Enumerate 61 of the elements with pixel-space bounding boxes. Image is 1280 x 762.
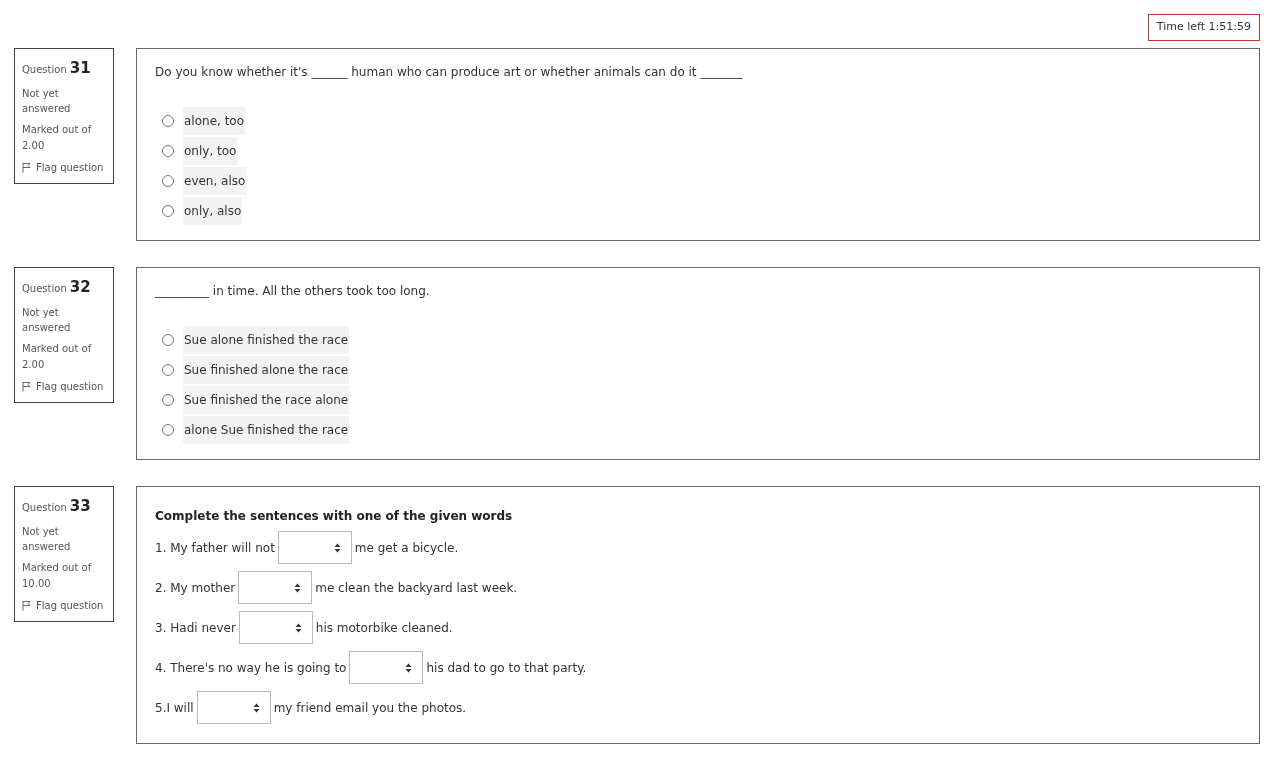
question-label: Question	[22, 282, 67, 296]
sentence-text: 3. Hadi never	[155, 619, 236, 637]
sentence-text: his dad to go to that party.	[426, 659, 587, 677]
answer-option[interactable]: alone, too	[183, 107, 246, 135]
answer-status: Not yet answered	[22, 86, 72, 116]
radio-button[interactable]	[162, 364, 174, 376]
word-dropdown[interactable]	[196, 691, 271, 724]
answer-option[interactable]: alone Sue finished the race	[183, 416, 350, 444]
marked-out-of-label: Marked out of	[22, 122, 93, 137]
radio-button[interactable]	[162, 394, 174, 406]
flag-question-link[interactable]: Flag question	[22, 378, 106, 394]
radio-button[interactable]	[162, 175, 174, 187]
radio-button[interactable]	[162, 334, 174, 346]
question-number: 33	[69, 496, 91, 517]
sentence-text: me clean the backyard last week.	[315, 579, 518, 597]
answer-option[interactable]: Sue alone finished the race	[183, 326, 350, 354]
marked-out-of-label: Marked out of	[22, 341, 93, 356]
flag-question-link[interactable]: Flag question	[22, 159, 106, 175]
answer-option[interactable]: only, also	[183, 197, 243, 225]
radio-button[interactable]	[162, 424, 174, 436]
answer-status: Not yet answered	[22, 524, 72, 554]
sentence-text: my friend email you the photos.	[273, 699, 467, 717]
word-dropdown[interactable]	[238, 571, 313, 604]
question-text: _________ in time. All the others took too long.	[155, 283, 431, 300]
flag-question-link[interactable]: Flag question	[22, 597, 106, 613]
sentence-text: 1. My father will not	[155, 539, 275, 557]
sentence-text: 4. There's no way he is going to	[155, 659, 347, 677]
sort-arrows-icon	[252, 702, 260, 713]
flag-icon	[22, 599, 31, 611]
question-label: Question	[22, 501, 67, 515]
flag-icon	[22, 161, 31, 173]
sort-arrows-icon	[405, 662, 413, 673]
marked-out-of-value: 10.00	[22, 576, 52, 591]
marked-out-of-label: Marked out of	[22, 560, 93, 575]
marked-out-of-value: 2.00	[22, 357, 46, 372]
answer-option[interactable]: only, too	[183, 137, 238, 165]
time-left-timer: Time left 1:51:59	[1147, 14, 1260, 41]
radio-button[interactable]	[162, 205, 174, 217]
question-text: Do you know whether it's ______ human who can produce art or whether animals can do it _______	[155, 64, 744, 81]
sentence-text: his motorbike cleaned.	[315, 619, 453, 637]
sentence-text: me get a bicycle.	[354, 539, 459, 557]
question-number: 31	[69, 58, 91, 79]
flag-icon	[22, 380, 31, 392]
answer-status: Not yet answered	[22, 305, 72, 335]
answer-option[interactable]: Sue finished alone the race	[183, 356, 350, 384]
question-number: 32	[69, 277, 91, 298]
answer-option[interactable]: Sue finished the race alone	[183, 386, 350, 414]
marked-out-of-value: 2.00	[22, 138, 46, 153]
word-dropdown[interactable]	[349, 651, 424, 684]
question-label: Question	[22, 63, 67, 77]
radio-button[interactable]	[162, 115, 174, 127]
sort-arrows-icon	[294, 622, 302, 633]
question-instruction: Complete the sentences with one of the given words	[155, 508, 514, 525]
sentence-text: 5.I will	[155, 699, 194, 717]
sentence-text: 2. My mother	[155, 579, 236, 597]
word-dropdown[interactable]	[238, 611, 313, 644]
radio-button[interactable]	[162, 145, 174, 157]
sort-arrows-icon	[294, 582, 302, 593]
answer-option[interactable]: even, also	[183, 167, 247, 195]
sort-arrows-icon	[333, 542, 341, 553]
word-dropdown[interactable]	[277, 531, 352, 564]
